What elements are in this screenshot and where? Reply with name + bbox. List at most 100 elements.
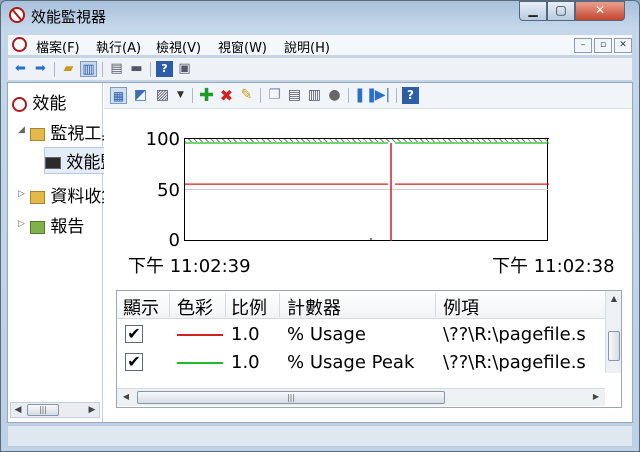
close-button[interactable]: ✕ xyxy=(575,1,625,21)
navigation-tree: 效能 ◢ 監視工具 效能監視器 ▷ 資料收集器集 ▷ 報告 ◀ xyxy=(8,83,159,422)
report-icon xyxy=(30,220,45,234)
column-divider[interactable] xyxy=(225,293,226,317)
properties-icon[interactable]: ▥ xyxy=(306,87,323,104)
status-bar xyxy=(7,425,633,447)
graph-plot-area[interactable] xyxy=(184,138,549,241)
title-bar[interactable]: 效能監視器 ▁ ▢ ✕ xyxy=(1,1,639,31)
y-tick-label: 50 xyxy=(157,180,180,201)
column-header-color[interactable]: 色彩 xyxy=(177,294,213,320)
tree-item-reports[interactable]: 報告 xyxy=(30,212,84,237)
color-swatch[interactable] xyxy=(177,362,223,364)
performance-pane: ▦ ◩ ▨ ▼ ✚ ✖ ✎ ❐ ▤ ▥ ● ❚❚ ▶| ? 100 50 0 下… xyxy=(104,83,632,422)
expand-arrow-icon[interactable]: ◢ xyxy=(18,125,25,135)
scroll-thumb[interactable]: ||| xyxy=(137,391,445,404)
back-arrow-icon[interactable]: ⬅ xyxy=(12,61,29,77)
x-start-time: 下午 11:02:39 xyxy=(128,256,251,277)
zoom-icon[interactable]: ● xyxy=(326,87,343,104)
toolbar-separator xyxy=(102,62,103,77)
mdi-close-button[interactable]: ✕ xyxy=(614,38,632,53)
show-checkbox[interactable]: ✔ xyxy=(125,353,143,371)
menu-file[interactable]: 檔案(F) xyxy=(36,37,80,56)
perfmon-app-icon xyxy=(9,7,25,23)
counter-cell: % Usage xyxy=(287,324,366,345)
properties-icon[interactable]: ▤ xyxy=(108,61,125,77)
update-data-icon[interactable]: ▶| xyxy=(374,87,391,104)
paste-list-icon[interactable]: ▤ xyxy=(286,87,303,104)
table-row[interactable]: ✔ 1.0 % Usage Peak \??\R:\pagefile.s xyxy=(117,349,621,377)
counter-legend-table: 顯示 色彩 比例 計數器 例項 ✔ 1.0 % Usage \??\R:\pag… xyxy=(116,290,622,408)
scroll-thumb[interactable]: ||| xyxy=(27,404,59,416)
help-icon[interactable]: ? xyxy=(156,61,173,77)
collapse-arrow-icon[interactable]: ▷ xyxy=(18,219,25,229)
show-tree-icon[interactable]: ▥ xyxy=(80,61,97,77)
scale-cell: 1.0 xyxy=(231,324,260,345)
performance-graph: 100 50 0 下午 11:02:39 下午 11:02:38 xyxy=(104,110,632,285)
paste-icon[interactable]: ▨ xyxy=(154,87,171,104)
folder-icon xyxy=(30,127,45,141)
delete-counter-icon[interactable]: ✖ xyxy=(218,87,235,104)
copy-icon[interactable]: ◩ xyxy=(132,87,149,104)
system-menu-icon[interactable] xyxy=(12,37,27,52)
toolbar-separator xyxy=(54,62,55,77)
x-end-time: 下午 11:02:38 xyxy=(492,256,615,277)
counter-cell: % Usage Peak xyxy=(287,352,415,373)
column-header-scale[interactable]: 比例 xyxy=(231,294,267,320)
change-graph-icon[interactable]: ▦ xyxy=(110,87,127,104)
tree-horizontal-scrollbar[interactable]: ◀ ||| ▶ xyxy=(10,402,100,418)
freeze-display-icon[interactable]: ❚❚ xyxy=(354,87,377,104)
forward-arrow-icon[interactable]: ➡ xyxy=(32,61,49,77)
column-divider[interactable] xyxy=(435,293,436,317)
menu-action[interactable]: 執行(A) xyxy=(96,37,141,56)
window-title: 效能監視器 xyxy=(31,8,107,26)
menu-view[interactable]: 檢視(V) xyxy=(156,37,201,56)
tree-item-performance[interactable]: 效能 xyxy=(12,89,66,114)
maximize-button[interactable]: ▢ xyxy=(547,1,575,21)
toolbar-separator xyxy=(150,62,151,77)
column-divider[interactable] xyxy=(279,293,280,317)
toolbar-separator xyxy=(396,88,397,103)
copy-properties-icon[interactable]: ❐ xyxy=(266,87,283,104)
table-vertical-scrollbar[interactable]: ▲ xyxy=(605,291,621,373)
column-header-counter[interactable]: 計數器 xyxy=(287,294,341,320)
instance-cell: \??\R:\pagefile.s xyxy=(443,352,586,373)
perfmon-icon xyxy=(12,96,27,112)
table-horizontal-scrollbar[interactable]: ◀ ||| ▶ xyxy=(117,388,605,406)
highlight-icon[interactable]: ✎ xyxy=(238,87,255,104)
folder-icon xyxy=(30,190,45,204)
menu-window[interactable]: 視窗(W) xyxy=(218,37,267,56)
tree-label: 效能 xyxy=(32,94,67,114)
toolbar-separator xyxy=(348,88,349,103)
main-toolbar: ⬅ ➡ ▰ ▥ ▤ ▬ ? ▣ xyxy=(7,57,633,81)
graph-lines xyxy=(185,142,549,241)
scroll-right-icon[interactable]: ▶ xyxy=(85,403,99,417)
column-header-show[interactable]: 顯示 xyxy=(123,294,159,320)
instance-cell: \??\R:\pagefile.s xyxy=(443,324,586,345)
monitor-chart-icon xyxy=(45,157,61,169)
toolbar-separator xyxy=(192,88,193,103)
scroll-right-icon[interactable]: ▶ xyxy=(589,390,603,404)
toolbar-separator xyxy=(260,88,261,103)
print-icon[interactable]: ▬ xyxy=(128,61,145,77)
table-row[interactable]: ✔ 1.0 % Usage \??\R:\pagefile.s xyxy=(117,321,621,349)
table-header: 顯示 色彩 比例 計數器 例項 xyxy=(117,291,621,320)
mdi-restore-button[interactable]: ▫ xyxy=(594,38,612,53)
show-checkbox[interactable]: ✔ xyxy=(125,325,143,343)
scroll-thumb[interactable] xyxy=(608,331,620,361)
column-divider[interactable] xyxy=(169,293,170,317)
scroll-left-icon[interactable]: ◀ xyxy=(119,390,133,404)
minimize-button[interactable]: ▁ xyxy=(519,1,547,21)
help-icon[interactable]: ? xyxy=(402,87,419,104)
collapse-arrow-icon[interactable]: ▷ xyxy=(18,189,25,199)
add-counter-icon[interactable]: ✚ xyxy=(198,87,215,105)
menu-help[interactable]: 說明(H) xyxy=(284,37,330,56)
y-tick-label: 100 xyxy=(145,129,180,150)
scroll-left-icon[interactable]: ◀ xyxy=(11,403,25,417)
color-swatch[interactable] xyxy=(177,334,223,336)
dropdown-icon[interactable]: ▼ xyxy=(172,87,189,104)
console-icon[interactable]: ▣ xyxy=(176,61,193,77)
mdi-minimize-button[interactable]: – xyxy=(574,38,592,53)
scroll-up-icon[interactable]: ▲ xyxy=(607,292,621,306)
content-area: 效能 ◢ 監視工具 效能監視器 ▷ 資料收集器集 ▷ 報告 ◀ xyxy=(7,82,633,423)
up-folder-icon[interactable]: ▰ xyxy=(60,61,77,77)
column-header-instance[interactable]: 例項 xyxy=(443,294,479,320)
